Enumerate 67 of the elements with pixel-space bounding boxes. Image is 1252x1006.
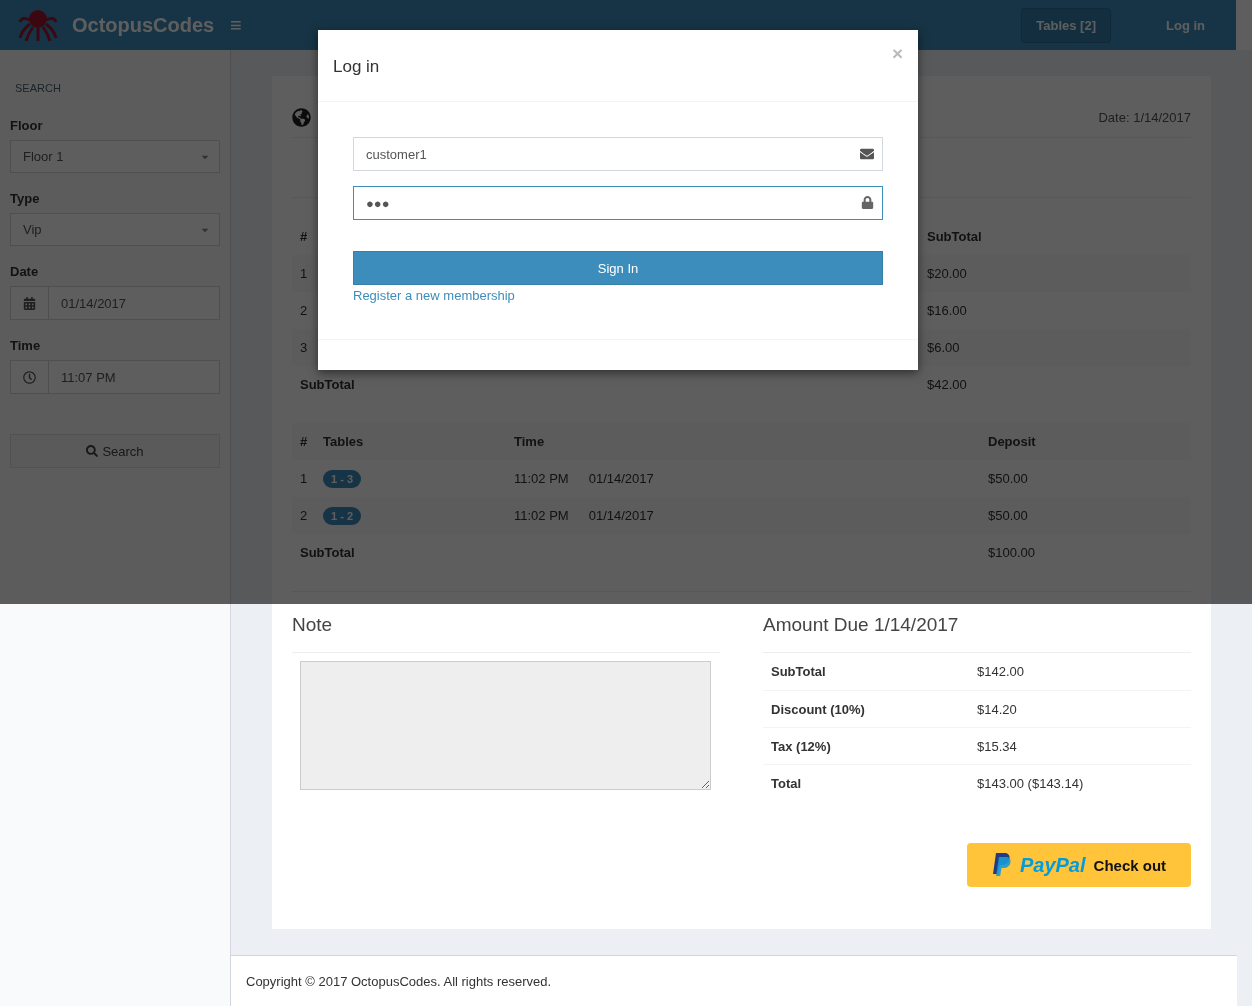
column-header: # [300,434,309,449]
table-cell-text: $50.00 [988,471,1029,486]
calendar-icon [23,296,36,310]
envelope-icon [860,147,874,161]
section-title: Amount Due 1/14/2017 [763,614,1191,653]
table-cell-text: 1 [300,471,309,486]
table-cell-text: 3 [300,340,309,355]
subtotal-label: SubTotal [300,545,356,560]
paypal-checkout-button[interactable]: PayPal Check out [967,843,1191,887]
column-header: # [300,229,309,244]
table-cell-text: 1 [300,266,309,281]
amount-value: $143.00 ($143.14) [977,775,1085,791]
table-cell-text: $50.00 [988,508,1029,523]
password-field[interactable]: ●●● [353,186,883,220]
input-field[interactable]: 01/14/2017 [10,286,220,320]
sidebar-heading: SEARCH [14,82,62,94]
nav-link[interactable]: Log in [1151,7,1220,43]
section-title: Note [292,614,720,653]
globe-icon [292,108,311,127]
paypal-p-icon [991,853,1012,877]
amount-label: Discount (10%) [771,701,866,717]
field-label: Type [10,191,41,206]
table-cell-text: 2 [300,303,309,318]
lock-icon [861,196,874,209]
search-button[interactable]: Search [10,434,220,468]
column-header: Deposit [988,434,1037,449]
table-cell: 11:02 PM [514,508,569,523]
table-cell-text: $6.00 [927,340,961,355]
column-header: Tables [323,434,365,449]
field-label: Time [10,338,42,353]
table-badge: 1 - 2 [323,506,361,525]
copyright-text: Copyright © 2017 OctopusCodes. All rights reserved. [246,973,552,989]
input-field[interactable]: 11:07 PM [10,360,220,394]
dialog-title: Log in [333,57,380,77]
search-icon [86,445,99,457]
amount-label: Tax (12%) [771,738,832,754]
column-header: Time [514,434,546,449]
username-field[interactable]: customer1 [353,137,883,171]
invoice-date: Date: 1/14/2017 [1098,110,1191,125]
clock-icon [23,370,36,384]
sign-in-button[interactable]: Sign In [353,251,883,285]
subtotal-label: SubTotal [300,377,356,392]
select-field[interactable]: Vip [10,213,220,246]
field-label: Date [10,264,40,279]
table-badge: 1 - 3 [323,469,361,488]
amount-label: SubTotal [771,664,827,679]
table-cell-text: $16.00 [927,303,968,318]
note-field[interactable] [300,661,711,790]
amount-label: Total [771,775,803,791]
field-label: Floor [10,118,44,133]
column-header: SubTotal [927,229,983,244]
table-cell-text: 2 [300,508,309,523]
subtotal-value: $100.00 [988,545,1036,560]
octopus-logo-icon [18,8,58,42]
register-link[interactable]: Register a new membership [353,288,515,303]
amount-value: $15.34 [977,738,1018,754]
table-cell: 11:02 PM [514,471,569,486]
amount-value: $14.20 [977,701,1018,717]
amount-value: $142.00 [977,664,1025,679]
subtotal-value: $42.00 [927,377,968,392]
table-cell-text: $20.00 [927,266,968,281]
menu-icon[interactable]: ≡ [230,13,242,37]
select-field[interactable]: Floor 1 [10,140,220,173]
brand-name: OctopusCodes [72,13,215,37]
table-cell: 01/14/2017 [588,508,654,523]
close-button[interactable]: × [891,45,903,63]
table-cell: 01/14/2017 [588,471,654,486]
